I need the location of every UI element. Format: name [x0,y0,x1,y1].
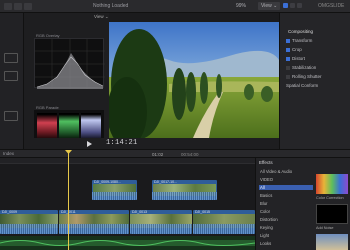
inspector-row-label: Crop [292,47,302,52]
audio-waveform [193,224,255,234]
inspector-row-spatial-conform[interactable]: Spatial Conform [286,83,318,88]
rgb-overlay-graph [35,39,105,89]
vectorscope-icon[interactable] [4,71,18,81]
effects-browser: Effects All Video & Audio VIDEO All Basi… [255,158,350,250]
inspector-row-stabilization[interactable]: Stabilization [286,65,316,70]
titles-icon[interactable] [24,3,32,10]
effect-thumbnail[interactable] [316,174,348,194]
timeline-header-bar: Index 01:02 00:54:00 [0,149,350,158]
fx-category[interactable]: Distortion [259,217,313,222]
effect-name: Add Noise [316,226,334,230]
fx-category[interactable]: Color [259,209,313,214]
green-channel [59,113,79,141]
effects-header: Effects [259,160,273,165]
audio-track[interactable] [0,236,256,250]
audio-waveform [130,224,192,234]
histogram-icon[interactable] [4,111,18,121]
audio-waveform [59,224,129,234]
effect-thumbnail[interactable] [316,234,348,250]
libraries-icon[interactable] [4,3,12,10]
audio-waveform-track [0,240,256,246]
viewer-transport-bar: 1:14:21 [24,138,279,149]
inspector-row-label: Distort [292,56,306,61]
viewer-frame[interactable] [109,22,279,138]
fx-category[interactable]: VIDEO [259,177,313,182]
inspector-row-label: Spatial Conform [286,83,319,88]
view-menu-button[interactable]: View ⌄ [258,2,281,10]
primary-clip[interactable]: DJI_0015 [193,210,255,234]
effect-name: Color Correction [316,196,344,200]
playhead[interactable] [68,150,69,250]
fx-category[interactable]: Looks [259,241,313,246]
top-toolbar: Nothing Loaded 99% View ⌄ OMGSLIDE [0,0,350,13]
selection-duration: 01:02 [152,152,164,157]
timeline-ruler[interactable] [0,158,255,164]
checkbox-distort[interactable] [286,56,290,61]
play-icon[interactable] [87,141,92,147]
fx-category[interactable]: Light [259,233,313,238]
audio-waveform [152,192,217,200]
fx-category[interactable]: Keying [259,225,313,230]
inspector-panel: Compositing Transform Crop Distort Stabi… [279,13,350,149]
inspector-row-label: Transform [292,38,313,43]
rgb-overlay-scope [34,38,105,89]
scopes-view-menu[interactable]: View ⌄ [94,14,109,20]
checkbox-crop[interactable] [286,47,290,52]
timeline[interactable]: DJI_0009-1080... DJI_0017-10... DJI_0009… [0,158,256,250]
video-inspector-icon[interactable] [283,3,288,8]
audio-waveform [92,192,137,200]
photos-icon[interactable] [14,3,22,10]
checkbox-stabilization[interactable] [286,65,290,70]
primary-clip[interactable]: DJI_0009 [0,210,58,234]
connected-clip[interactable]: DJI_0017-10... [152,180,217,200]
audio-waveform [0,224,58,234]
primary-clip[interactable]: DJI_0011 [59,210,129,234]
inspector-row-label: Stabilization [292,65,317,70]
audio-inspector-icon[interactable] [290,3,295,8]
red-channel [37,113,57,141]
inspector-section-title: Compositing [288,29,314,34]
checkbox-rolling-shutter[interactable] [286,74,290,79]
zoom-level[interactable]: 99% [236,3,246,9]
fx-category[interactable]: All Video & Audio [259,169,313,174]
blue-channel [81,113,101,141]
inspector-row-distort[interactable]: Distort [286,56,305,61]
fx-category-selected[interactable]: All [259,185,313,190]
checkbox-transform[interactable] [286,38,290,43]
library-title: Nothing Loaded [93,3,129,9]
connected-clip[interactable]: DJI_0009-1080... [92,180,137,200]
project-duration: 00:54:00 [181,152,199,157]
fx-category[interactable]: Blur [259,201,313,206]
video-scopes-panel: View ⌄ RGB Overlay RGB Parade Red Green … [24,13,109,151]
inspector-row-crop[interactable]: Crop [286,47,302,52]
inspector-row-transform[interactable]: Transform [286,38,312,43]
project-badge: OMGSLIDE [318,3,345,9]
scope-tools-column [0,13,24,149]
inspector-row-label: Rolling Shutter [292,74,322,79]
fx-category[interactable]: Basics [259,193,313,198]
timecode-display[interactable]: 1:14:21 [106,139,138,147]
waveform-icon[interactable] [4,53,18,63]
effect-thumbnail[interactable] [316,204,348,224]
info-inspector-icon[interactable] [297,3,302,8]
viewer-image [109,22,279,138]
timeline-index-button[interactable]: Index [3,151,14,156]
primary-clip[interactable]: DJI_0013 [130,210,192,234]
inspector-row-rolling-shutter[interactable]: Rolling Shutter [286,74,322,79]
inspector-tabs [283,2,303,10]
